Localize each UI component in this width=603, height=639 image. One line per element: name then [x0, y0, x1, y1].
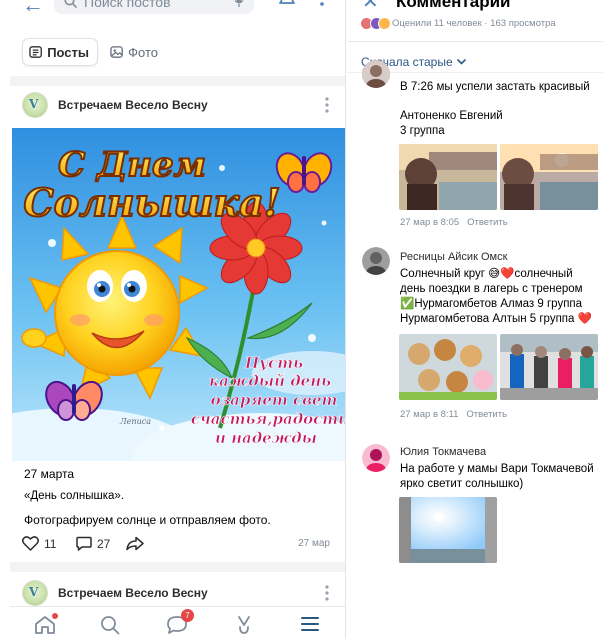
notifications-bell-icon[interactable]	[277, 0, 297, 8]
group-avatar[interactable]: V	[22, 92, 48, 118]
commenter-avatar[interactable]	[362, 60, 390, 88]
tab-photo-label: Фото	[128, 44, 158, 60]
commenter-avatar[interactable]	[362, 444, 390, 472]
group-avatar[interactable]: V	[22, 580, 48, 606]
comment-line: день поездки в лагерь с тренером	[400, 283, 583, 295]
post-date: 27 марта	[24, 467, 75, 481]
comment-line: ✅Нурмагомбетов Алмаз 9 группа	[400, 298, 583, 310]
chevron-down-icon	[456, 59, 466, 65]
post-menu-icon[interactable]	[322, 96, 332, 114]
comment-time: 27 мар в 8:11	[400, 409, 459, 420]
search-nav-icon[interactable]	[100, 615, 120, 635]
close-icon[interactable]: ✕	[362, 0, 379, 12]
comment-text: В 7:26 мы успели застать красивый	[400, 81, 590, 93]
share-button[interactable]	[126, 536, 144, 551]
posts-icon	[29, 46, 42, 58]
top-bar: ← Поиск постов	[0, 0, 345, 16]
comment-text: 3 группа	[400, 125, 445, 137]
image-signature: Леписа	[119, 417, 151, 426]
tab-photo[interactable]: Фото	[104, 38, 166, 66]
reply-link[interactable]: Ответить	[466, 409, 507, 420]
search-input[interactable]: Поиск постов	[54, 0, 254, 14]
comment-photo[interactable]	[399, 334, 497, 400]
comment-icon	[76, 536, 92, 551]
reply-link[interactable]: Ответить	[467, 217, 508, 228]
bottom-navigation: 7	[10, 606, 345, 639]
commenter-avatar[interactable]	[362, 247, 390, 275]
post-header: V Встречаем Весело Весну	[22, 90, 332, 120]
photo-icon	[110, 46, 123, 58]
share-icon	[126, 536, 144, 551]
feed-divider-2	[10, 562, 345, 572]
comment-photo[interactable]	[500, 334, 598, 400]
group-name[interactable]: Встречаем Весело Весну	[58, 586, 208, 600]
feed-divider	[10, 76, 345, 86]
comments-panel: ✕ Комментарии Оценили 11 человек · 163 п…	[348, 0, 603, 639]
image-wish-line-5: и надежды	[215, 429, 317, 447]
tab-posts-label: Посты	[47, 44, 89, 60]
heart-icon	[22, 536, 39, 551]
feed-panel: ← Поиск постов Посты Фото V Встречаем Ве…	[0, 0, 346, 639]
comment-meta: 27 мар в 8:11 Ответить	[400, 409, 507, 420]
menu-icon[interactable]	[300, 615, 320, 633]
post-text: Фотографируем солнце и отправляем фото.	[24, 513, 271, 527]
commenter-name[interactable]: Ресницы Айсик Омск	[400, 251, 507, 263]
comment-line: ярко светит солнышко)	[400, 478, 524, 490]
search-icon	[64, 0, 77, 8]
comments-header: ✕ Комментарии	[348, 0, 603, 14]
image-wish-line-2: каждый день	[209, 372, 331, 390]
comment-line: Солнечный круг 😅❤️солнечный	[400, 268, 573, 280]
image-wish-line-3: озаряет свет	[211, 391, 338, 409]
comment-photo[interactable]	[399, 497, 497, 563]
image-wish-line-1: Пусть	[244, 354, 303, 372]
comment-time: 27 мар в 8:05	[400, 217, 460, 228]
comment-meta: 27 мар в 8:05 Ответить	[400, 217, 508, 228]
reactions-stats-text: Оценили 11 человек · 163 просмотра	[392, 18, 556, 29]
comment-line: Нурмагомбетова Алтын 5 группа ❤️	[400, 313, 592, 325]
comment-line: На работе у мамы Вари Токмачевой	[400, 463, 594, 475]
image-title-line-1: С Днем	[58, 145, 206, 185]
comment-photo[interactable]	[399, 144, 497, 210]
post-actions: 11 27 27 мар	[22, 536, 332, 554]
tab-posts[interactable]: Посты	[22, 38, 98, 66]
comment-text-name-line: Антоненко Евгений	[400, 110, 503, 122]
post-image[interactable]: С Днем Солнышка! Пусть каждый день озаря…	[12, 128, 345, 461]
image-title-line-2: Солнышка!	[23, 180, 280, 225]
comment-photo[interactable]	[500, 144, 598, 210]
back-arrow-icon[interactable]: ←	[22, 0, 44, 16]
post-menu-icon[interactable]	[322, 584, 332, 602]
like-count: 11	[44, 536, 57, 551]
home-badge-dot	[52, 613, 58, 619]
comments-title: Комментарии	[396, 0, 511, 11]
messages-badge: 7	[181, 609, 194, 622]
comment-button[interactable]: 27	[76, 536, 110, 551]
clips-icon[interactable]	[234, 615, 254, 635]
next-post-header: V Встречаем Весело Весну	[22, 578, 332, 608]
image-wish-line-4: счастья,радости	[191, 410, 345, 428]
group-name[interactable]: Встречаем Весело Весну	[58, 98, 208, 112]
post-time: 27 мар	[298, 538, 330, 549]
post-quote: «День солнышка».	[24, 490, 124, 502]
reactions-summary[interactable]: Оценили 11 человек · 163 просмотра	[360, 17, 603, 31]
commenter-name[interactable]: Юлия Токмачева	[400, 446, 486, 458]
search-placeholder: Поиск постов	[84, 0, 171, 10]
like-button[interactable]: 11	[22, 536, 56, 551]
comment-count: 27	[97, 536, 111, 551]
microphone-icon[interactable]	[234, 0, 244, 8]
more-options-icon[interactable]	[315, 0, 329, 8]
reactor-avatar	[378, 17, 391, 30]
header-divider	[348, 41, 603, 42]
